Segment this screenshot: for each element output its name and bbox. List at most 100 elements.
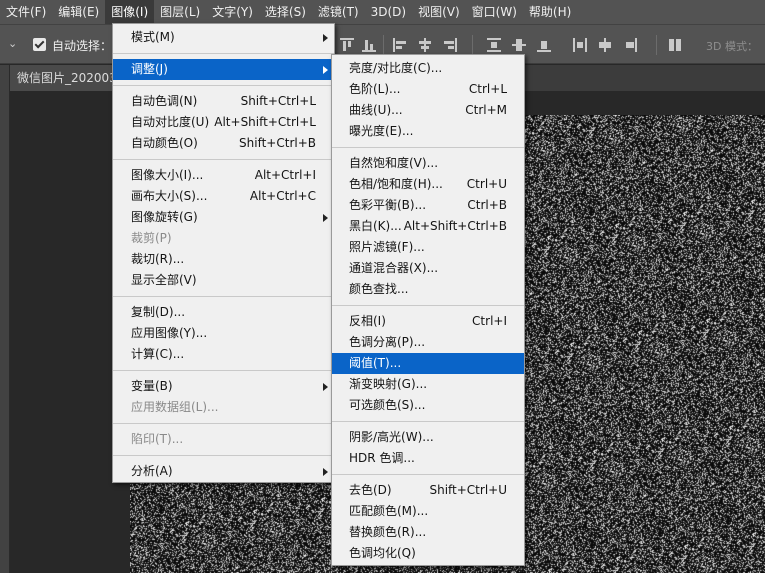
distribute-left-icon[interactable] bbox=[573, 38, 587, 52]
menu-item-shortcut: Alt+Shift+Ctrl+L bbox=[214, 115, 316, 129]
menu-filter[interactable]: 滤镜(T) bbox=[312, 0, 365, 24]
menu-file[interactable]: 文件(F) bbox=[0, 0, 52, 24]
menu-item-p: 裁剪(P) bbox=[113, 228, 334, 249]
menu-item-shortcut: Ctrl+I bbox=[472, 314, 507, 328]
menu-item-label: 计算(C)... bbox=[131, 347, 185, 361]
menu-view[interactable]: 视图(V) bbox=[412, 0, 466, 24]
distribute-horizontal-center-icon[interactable] bbox=[598, 38, 612, 52]
menu-item-b[interactable]: 色彩平衡(B)... Ctrl+B bbox=[332, 195, 524, 216]
menu-item-label: 自动颜色(O) bbox=[131, 136, 198, 150]
menu-item-shortcut: Ctrl+L bbox=[468, 82, 507, 96]
distribute-top-icon[interactable] bbox=[487, 38, 501, 52]
menu-item-m[interactable]: 模式(M) bbox=[113, 27, 334, 48]
menu-item-label: 自动色调(N) bbox=[131, 94, 198, 108]
menu-item-label: 通道混合器(X)... bbox=[349, 261, 439, 275]
menu-divider bbox=[113, 53, 334, 54]
menu-item-u[interactable]: 自动对比度(U) Alt+Shift+Ctrl+L bbox=[113, 112, 334, 133]
menu-item[interactable]: 颜色查找... bbox=[332, 279, 524, 300]
menu-item-f[interactable]: 照片滤镜(F)... bbox=[332, 237, 524, 258]
menu-item-label: HDR 色调... bbox=[349, 451, 415, 465]
menu-item-w[interactable]: 阴影/高光(W)... bbox=[332, 427, 524, 448]
menu-item-b[interactable]: 变量(B) bbox=[113, 376, 334, 397]
menu-item-shortcut: Shift+Ctrl+L bbox=[240, 94, 316, 108]
menu-item-e[interactable]: 曝光度(E)... bbox=[332, 121, 524, 142]
align-horizontal-center-icon[interactable] bbox=[418, 38, 432, 52]
menu-item-v[interactable]: 自然饱和度(V)... bbox=[332, 153, 524, 174]
menu-item-label: 照片滤镜(F)... bbox=[349, 240, 425, 254]
menu-item-label: 调整(J) bbox=[131, 62, 168, 76]
menu-bar: 文件(F) 编辑(E) 图像(I) 图层(L) 文字(Y) 选择(S) 滤镜(T… bbox=[0, 0, 765, 24]
image-menu: 模式(M) 调整(J) 自动色调(N) Shift+Ctrl+L 自动对比度(U) Alt… bbox=[112, 23, 335, 483]
menu-item-t: 陷印(T)... bbox=[113, 429, 334, 450]
menu-divider bbox=[113, 370, 334, 371]
auto-align-icon[interactable] bbox=[668, 38, 682, 52]
align-top-icon[interactable] bbox=[340, 38, 354, 52]
menu-divider bbox=[332, 421, 524, 422]
menu-item-label: 模式(M) bbox=[131, 30, 175, 44]
menu-select[interactable]: 选择(S) bbox=[259, 0, 312, 24]
align-bottom-icon[interactable] bbox=[362, 38, 376, 52]
toolbar-divider bbox=[472, 35, 473, 55]
menu-item-g[interactable]: 渐变映射(G)... bbox=[332, 374, 524, 395]
align-right-icon[interactable] bbox=[443, 38, 457, 52]
menu-item-i[interactable]: 图像大小(I)... Alt+Ctrl+I bbox=[113, 165, 334, 186]
menu-item-label: 画布大小(S)... bbox=[131, 189, 208, 203]
submenu-arrow-icon bbox=[323, 34, 328, 42]
menu-divider bbox=[113, 85, 334, 86]
auto-select-checkbox[interactable] bbox=[33, 38, 46, 51]
menu-item-t[interactable]: 阈值(T)... bbox=[332, 353, 524, 374]
menu-item-q[interactable]: 色调均化(Q) bbox=[332, 543, 524, 564]
tools-panel bbox=[0, 65, 10, 573]
align-left-icon[interactable] bbox=[393, 38, 407, 52]
menu-item-label: 渐变映射(G)... bbox=[349, 377, 428, 391]
menu-item-o[interactable]: 自动颜色(O) Shift+Ctrl+B bbox=[113, 133, 334, 154]
menu-3d[interactable]: 3D(D) bbox=[365, 0, 412, 24]
menu-item-v[interactable]: 显示全部(V) bbox=[113, 270, 334, 291]
menu-item-n[interactable]: 自动色调(N) Shift+Ctrl+L bbox=[113, 91, 334, 112]
adjustments-submenu: 亮度/对比度(C)... 色阶(L)... Ctrl+L 曲线(U)... Ctrl+M… bbox=[331, 54, 525, 566]
menu-item-d[interactable]: 去色(D) Shift+Ctrl+U bbox=[332, 480, 524, 501]
menu-divider bbox=[332, 147, 524, 148]
menu-item-a[interactable]: 分析(A) bbox=[113, 461, 334, 482]
menu-layer[interactable]: 图层(L) bbox=[154, 0, 206, 24]
menu-item-shortcut: Shift+Ctrl+B bbox=[239, 136, 316, 150]
menu-item-s[interactable]: 可选颜色(S)... bbox=[332, 395, 524, 416]
distribute-vertical-center-icon[interactable] bbox=[512, 38, 526, 52]
menu-item-r[interactable]: 替换颜色(R)... bbox=[332, 522, 524, 543]
menu-item-d[interactable]: 复制(D)... bbox=[113, 302, 334, 323]
menu-item-p[interactable]: 色调分离(P)... bbox=[332, 332, 524, 353]
menu-item-r[interactable]: 裁切(R)... bbox=[113, 249, 334, 270]
distribute-right-icon[interactable] bbox=[623, 38, 637, 52]
menu-item-label: 色阶(L)... bbox=[349, 82, 401, 96]
toolbar-divider bbox=[383, 35, 384, 55]
menu-item-x[interactable]: 通道混合器(X)... bbox=[332, 258, 524, 279]
menu-item-m[interactable]: 匹配颜色(M)... bbox=[332, 501, 524, 522]
menu-item-h[interactable]: 色相/饱和度(H)... Ctrl+U bbox=[332, 174, 524, 195]
menu-item-k[interactable]: 黑白(K)... Alt+Shift+Ctrl+B bbox=[332, 216, 524, 237]
menu-item-c[interactable]: 亮度/对比度(C)... bbox=[332, 58, 524, 79]
menu-window[interactable]: 窗口(W) bbox=[466, 0, 523, 24]
menu-item-c[interactable]: 计算(C)... bbox=[113, 344, 334, 365]
auto-select-label: 自动选择： bbox=[52, 39, 113, 53]
menu-item-s[interactable]: 画布大小(S)... Alt+Ctrl+C bbox=[113, 186, 334, 207]
menu-type[interactable]: 文字(Y) bbox=[206, 0, 259, 24]
menu-item-y[interactable]: 应用图像(Y)... bbox=[113, 323, 334, 344]
menu-item-l: 应用数据组(L)... bbox=[113, 397, 334, 418]
menu-edit[interactable]: 编辑(E) bbox=[52, 0, 105, 24]
menu-item-label: 变量(B) bbox=[131, 379, 173, 393]
menu-item-label: 反相(I) bbox=[349, 314, 386, 328]
menu-item-label: 亮度/对比度(C)... bbox=[349, 61, 443, 75]
menu-item-l[interactable]: 色阶(L)... Ctrl+L bbox=[332, 79, 524, 100]
menu-item-j[interactable]: 调整(J) bbox=[113, 59, 334, 80]
menu-item-label: 应用图像(Y)... bbox=[131, 326, 208, 340]
menu-image[interactable]: 图像(I) bbox=[105, 0, 155, 24]
menu-item-hdr[interactable]: HDR 色调... bbox=[332, 448, 524, 469]
menu-item-g[interactable]: 图像旋转(G) bbox=[113, 207, 334, 228]
menu-item-shortcut: Alt+Ctrl+I bbox=[254, 168, 316, 182]
chevron-down-icon[interactable]: ⌄ bbox=[8, 37, 17, 50]
menu-item-u[interactable]: 曲线(U)... Ctrl+M bbox=[332, 100, 524, 121]
menu-help[interactable]: 帮助(H) bbox=[523, 0, 577, 24]
distribute-bottom-icon[interactable] bbox=[537, 38, 551, 52]
mode-3d-label: 3D 模式： bbox=[706, 40, 758, 53]
menu-item-i[interactable]: 反相(I) Ctrl+I bbox=[332, 311, 524, 332]
